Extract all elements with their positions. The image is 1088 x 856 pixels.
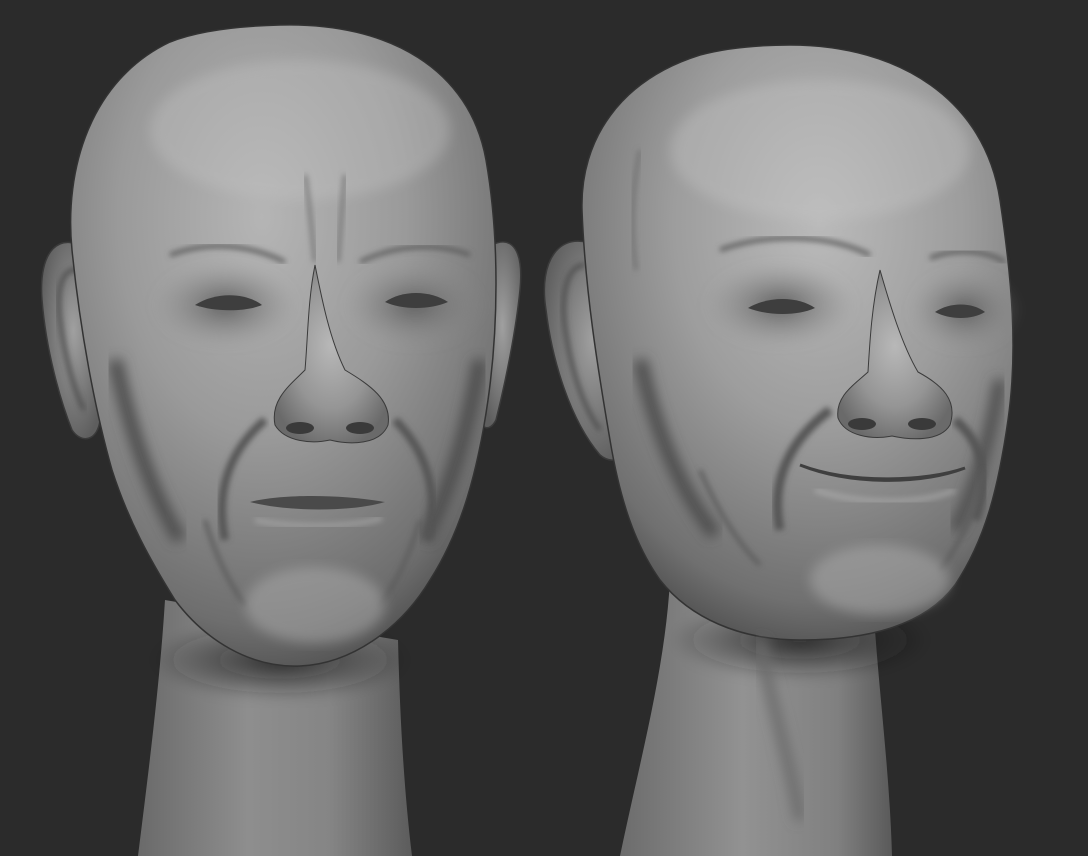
sculpt-render — [0, 0, 1088, 856]
sculpt-viewport — [0, 0, 1088, 856]
